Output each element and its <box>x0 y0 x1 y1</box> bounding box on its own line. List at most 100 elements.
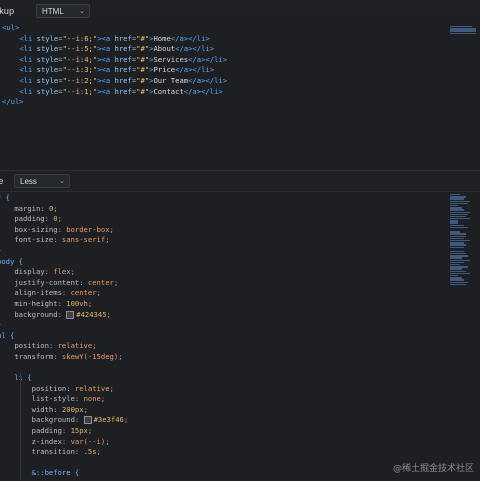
code-token: position <box>14 341 49 351</box>
code-line: padding: 0; <box>0 214 480 225</box>
code-token: href <box>110 44 132 54</box>
code-token: : <box>53 235 62 245</box>
code-token: ; <box>100 394 106 404</box>
code-token: 200px <box>61 404 84 414</box>
code-token: : <box>53 351 62 361</box>
code-line: } <box>0 320 480 331</box>
code-token: ; <box>70 267 75 277</box>
code-token: #424345 <box>76 309 107 319</box>
code-token: style <box>32 44 59 54</box>
code-token: ; <box>83 404 88 414</box>
code-token: background <box>14 309 58 319</box>
code-line: background: #3e3f46; <box>0 415 480 426</box>
code-token: >< <box>97 33 106 43</box>
code-token: style <box>32 86 59 96</box>
markup-language-value: HTML <box>42 6 64 16</box>
code-token: 100vh <box>66 298 88 308</box>
code-token: position <box>31 383 67 393</box>
style-minimap[interactable] <box>450 194 478 294</box>
color-swatch[interactable] <box>66 310 75 319</box>
code-line: body { <box>0 257 480 268</box>
markup-editor[interactable]: <ul> <li style="--i:6;"><a href="#">Home… <box>0 22 480 171</box>
code-token: href <box>110 54 132 64</box>
code-line: align-items: center; <box>0 288 480 299</box>
code-token: style <box>32 65 59 75</box>
code-token: Our Team <box>153 75 189 85</box>
code-token: >< <box>97 65 106 75</box>
color-swatch[interactable] <box>83 416 92 425</box>
code-token: none <box>83 394 101 404</box>
code-token: } <box>0 246 1 255</box>
code-token: : <box>48 341 58 351</box>
code-token: : <box>61 436 71 446</box>
code-line: font-size: sans-serif; <box>0 235 480 246</box>
style-pane-header: le Less ⌄ <box>0 171 480 192</box>
code-line: margin: 0; <box>0 204 480 215</box>
code-token: href <box>110 86 132 96</box>
code-token: padding <box>14 214 45 224</box>
code-token: "--i:5;" <box>62 44 98 54</box>
code-token: box-sizing <box>14 224 58 234</box>
code-token: "#" <box>136 54 150 64</box>
code-token: "#" <box>136 65 150 75</box>
code-token: &::before { <box>31 468 80 478</box>
code-token: ; <box>123 415 129 425</box>
code-token: >< <box>97 54 106 64</box>
code-token: } <box>0 320 1 329</box>
code-token: </a></li> <box>188 54 228 64</box>
code-line: li { <box>0 373 480 384</box>
code-token: ; <box>96 288 101 298</box>
code-token: var(--i) <box>70 436 106 446</box>
code-token: : <box>57 309 67 319</box>
code-token: center <box>87 277 114 287</box>
markup-pane-header: rkup HTML ⌄ <box>0 0 480 23</box>
code-line: position: relative; <box>0 384 480 395</box>
code-line: <li style="--i:2;"><a href="#">Our Team<… <box>2 76 480 87</box>
code-token: : <box>74 394 84 404</box>
code-token: href <box>110 75 132 85</box>
code-token: </a></li> <box>183 86 223 96</box>
markup-minimap[interactable] <box>450 26 478 38</box>
style-language-value: Less <box>20 176 37 186</box>
code-token: "#" <box>136 86 150 96</box>
style-language-select[interactable]: Less ⌄ <box>14 174 70 188</box>
code-line: min-height: 100vh; <box>0 299 480 310</box>
code-token: flex <box>53 267 71 277</box>
code-token: transition <box>31 447 75 457</box>
code-line: width: 200px; <box>0 405 480 416</box>
code-token: </a></li> <box>175 65 215 75</box>
code-token: z-index <box>31 436 62 446</box>
code-token: background <box>31 415 75 425</box>
code-token: </a></li> <box>175 44 215 54</box>
code-line: z-index: var(--i); <box>0 437 480 448</box>
code-token: "#" <box>136 75 150 85</box>
code-token: : <box>74 447 84 457</box>
style-editor[interactable]: * { margin: 0; padding: 0; box-sizing: b… <box>0 192 480 481</box>
code-token: "--i:6;" <box>62 33 98 43</box>
code-token: "--i:3;" <box>62 65 98 75</box>
code-token: padding <box>31 426 62 436</box>
code-token: ; <box>118 351 123 361</box>
code-token: min-height <box>14 298 58 308</box>
watermark: @稀土掘金技术社区 <box>392 464 474 474</box>
code-token: : <box>61 426 71 436</box>
code-token: skewY(-15deg) <box>61 351 119 361</box>
code-line: position: relative; <box>0 341 480 352</box>
code-token: relative <box>57 341 93 351</box>
markup-language-select[interactable]: HTML ⌄ <box>36 4 90 18</box>
code-line: <li style="--i:3;"><a href="#">Price</a>… <box>2 65 480 76</box>
code-token: 15px <box>70 426 88 436</box>
code-token: center <box>70 288 97 298</box>
